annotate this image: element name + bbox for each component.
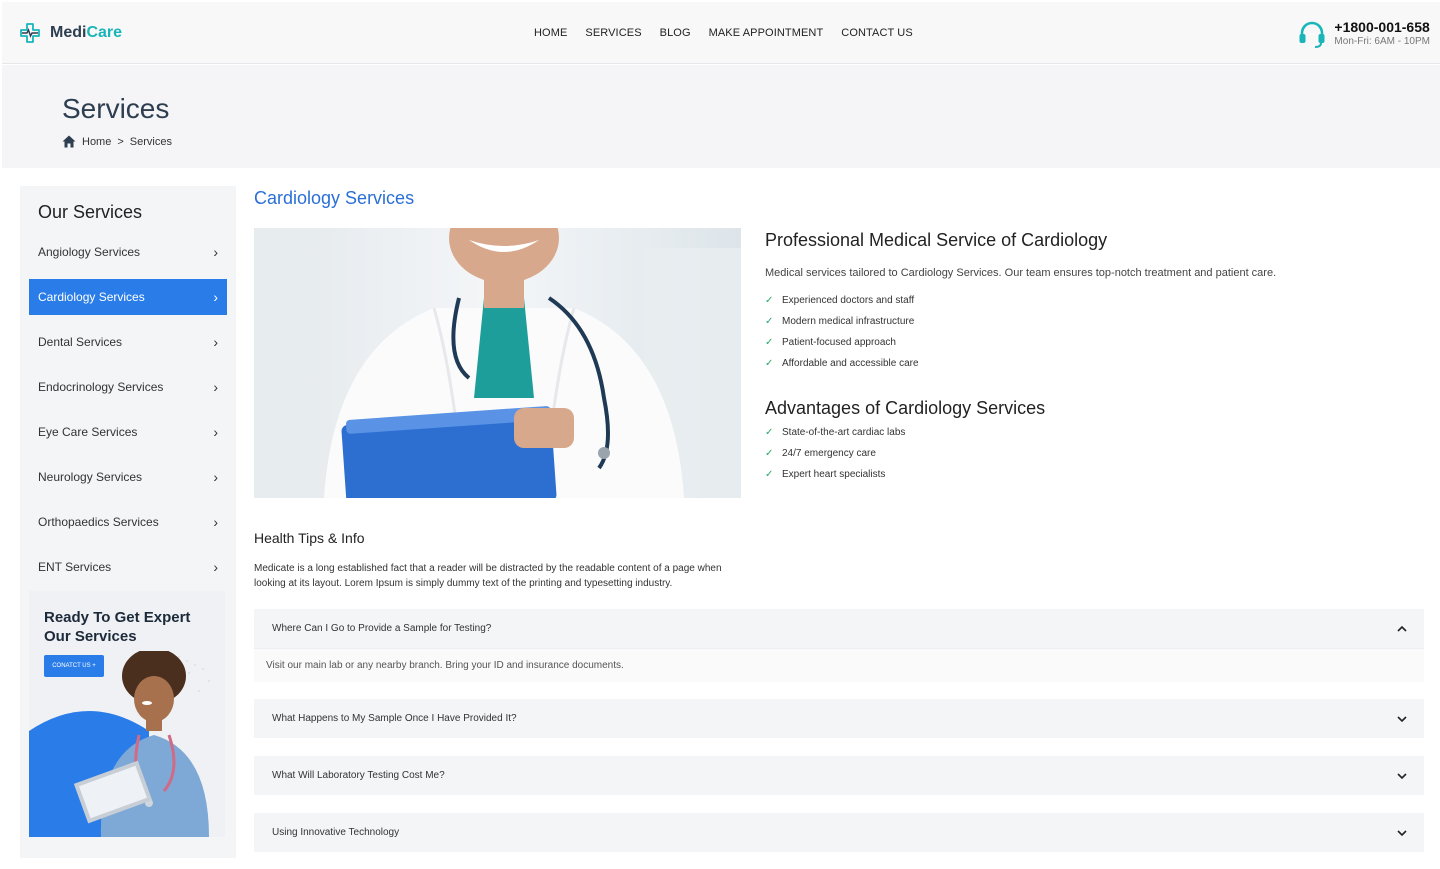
nav-blog[interactable]: BLOG [660,27,691,39]
nav-home[interactable]: HOME [534,27,567,39]
sidebar-item-orthopaedics[interactable]: Orthopaedics Services › [29,504,227,540]
check-icon: ✓ [765,295,774,306]
breadcrumb-current: Services [129,135,172,148]
promo-card: Ready To Get Expert Our Services CONATCT… [29,591,225,837]
nav-contact-us[interactable]: CONTACT US [841,27,913,39]
sidebar-item-dental[interactable]: Dental Services › [29,324,227,360]
nav-make-appointment[interactable]: MAKE APPOINTMENT [709,27,824,39]
chevron-down-icon [1397,772,1407,779]
list-item: ✓ Modern medical infrastructure [765,316,915,327]
faq-item: What Happens to My Sample Once I Have Pr… [254,699,1424,738]
hero-image [254,228,741,498]
sidebar-item-neurology[interactable]: Neurology Services › [29,459,227,495]
check-icon: ✓ [765,427,774,438]
faq-question[interactable]: Using Innovative Technology [254,813,1424,852]
advantages-heading: Advantages of Cardiology Services [765,398,1046,418]
check-icon: ✓ [765,337,774,348]
chevron-right-icon: › [213,244,218,260]
tips-body: Medicate is a long established fact that… [254,563,722,589]
phone-hours: Mon-Fri: 6AM - 10PM [1334,36,1430,47]
chevron-right-icon: › [213,289,218,305]
phone-contact[interactable]: +1800-001-658 Mon-Fri: 6AM - 10PM [1296,18,1430,50]
sidebar-item-label: Angiology Services [38,245,141,259]
breadcrumb: Home > Services [62,135,172,148]
faq-question[interactable]: What Will Laboratory Testing Cost Me? [254,756,1424,795]
list-item: ✓ Patient-focused approach [765,337,896,348]
chevron-right-icon: › [213,514,218,530]
professional-description: Medical services tailored to Cardiology … [765,267,1277,279]
sidebar-title: Our Services [38,202,143,222]
brand-name: MediCare [50,24,123,41]
list-item: ✓ Expert heart specialists [765,469,886,480]
check-icon: ✓ [765,358,774,369]
page-title-band: Services Home > Services [2,65,1440,168]
sidebar-item-label: Cardiology Services [38,290,145,304]
professional-heading: Professional Medical Service of Cardiolo… [765,230,1108,250]
sidebar-item-label: ENT Services [38,560,112,574]
chevron-down-icon [1397,829,1407,836]
main-title: Cardiology Services [254,188,415,208]
chevron-right-icon: › [213,469,218,485]
sidebar-item-ent[interactable]: ENT Services › [29,549,227,585]
faq-item: Using Innovative Technology [254,813,1424,852]
promo-contact-button[interactable]: CONATCT US + [44,655,104,677]
list-item: ✓ 24/7 emergency care [765,448,876,459]
tips-heading: Health Tips & Info [254,530,365,546]
phone-number[interactable]: +1800-001-658 [1334,19,1430,35]
doctor-photo [254,228,741,498]
chevron-up-icon [1397,625,1407,632]
sidebar-item-label: Orthopaedics Services [38,515,159,529]
sidebar-item-endocrinology[interactable]: Endocrinology Services › [29,369,227,405]
services-sidebar: Our Services Angiology Services › Cardio… [20,186,236,858]
main-nav: HOME SERVICES BLOG MAKE APPOINTMENT CONT… [534,27,913,39]
check-icon: ✓ [765,316,774,327]
chevron-right-icon: › [213,379,218,395]
chevron-right-icon: › [213,334,218,350]
sidebar-item-cardiology[interactable]: Cardiology Services › [29,279,227,315]
list-item: ✓ Experienced doctors and staff [765,295,915,306]
sidebar-item-label: Neurology Services [38,470,143,484]
chevron-right-icon: › [213,559,218,575]
chevron-down-icon [1397,715,1407,722]
nav-services[interactable]: SERVICES [585,27,641,39]
breadcrumb-separator: > [117,135,124,148]
page-title: Services [62,93,170,124]
faq-item: Where Can I Go to Provide a Sample for T… [254,609,1424,682]
promo-title: Ready To Get Expert Our Services [44,609,191,645]
home-icon [62,135,76,148]
faq-item: What Will Laboratory Testing Cost Me? [254,756,1424,795]
faq-question[interactable]: What Happens to My Sample Once I Have Pr… [254,699,1424,738]
medical-cross-icon [20,23,40,43]
list-item: ✓ State-of-the-art cardiac labs [765,427,906,438]
sidebar-item-label: Dental Services [38,335,123,349]
professional-points: ✓ Experienced doctors and staff ✓ Modern m… [765,290,919,374]
sidebar-item-angiology[interactable]: Angiology Services › [29,234,227,270]
sidebar-item-label: Eye Care Services [38,425,138,439]
faq-answer: Visit our main lab or any nearby branch.… [254,648,1424,682]
list-item: ✓ Affordable and accessible care [765,358,919,369]
site-header: MediCare HOME SERVICES BLOG MAKE APPOINT… [2,2,1440,64]
faq-question[interactable]: Where Can I Go to Provide a Sample for T… [254,609,1424,648]
check-icon: ✓ [765,448,774,459]
chevron-right-icon: › [213,424,218,440]
sidebar-item-label: Endocrinology Services [38,380,164,394]
headset-icon [1299,21,1325,48]
promo-illustration [29,651,210,837]
sidebar-item-eye-care[interactable]: Eye Care Services › [29,414,227,450]
advantages-points: ✓ State-of-the-art cardiac labs ✓ 24/7 eme… [765,422,905,485]
logo[interactable]: MediCare [18,21,122,45]
breadcrumb-home[interactable]: Home [82,136,111,148]
check-icon: ✓ [765,469,774,480]
